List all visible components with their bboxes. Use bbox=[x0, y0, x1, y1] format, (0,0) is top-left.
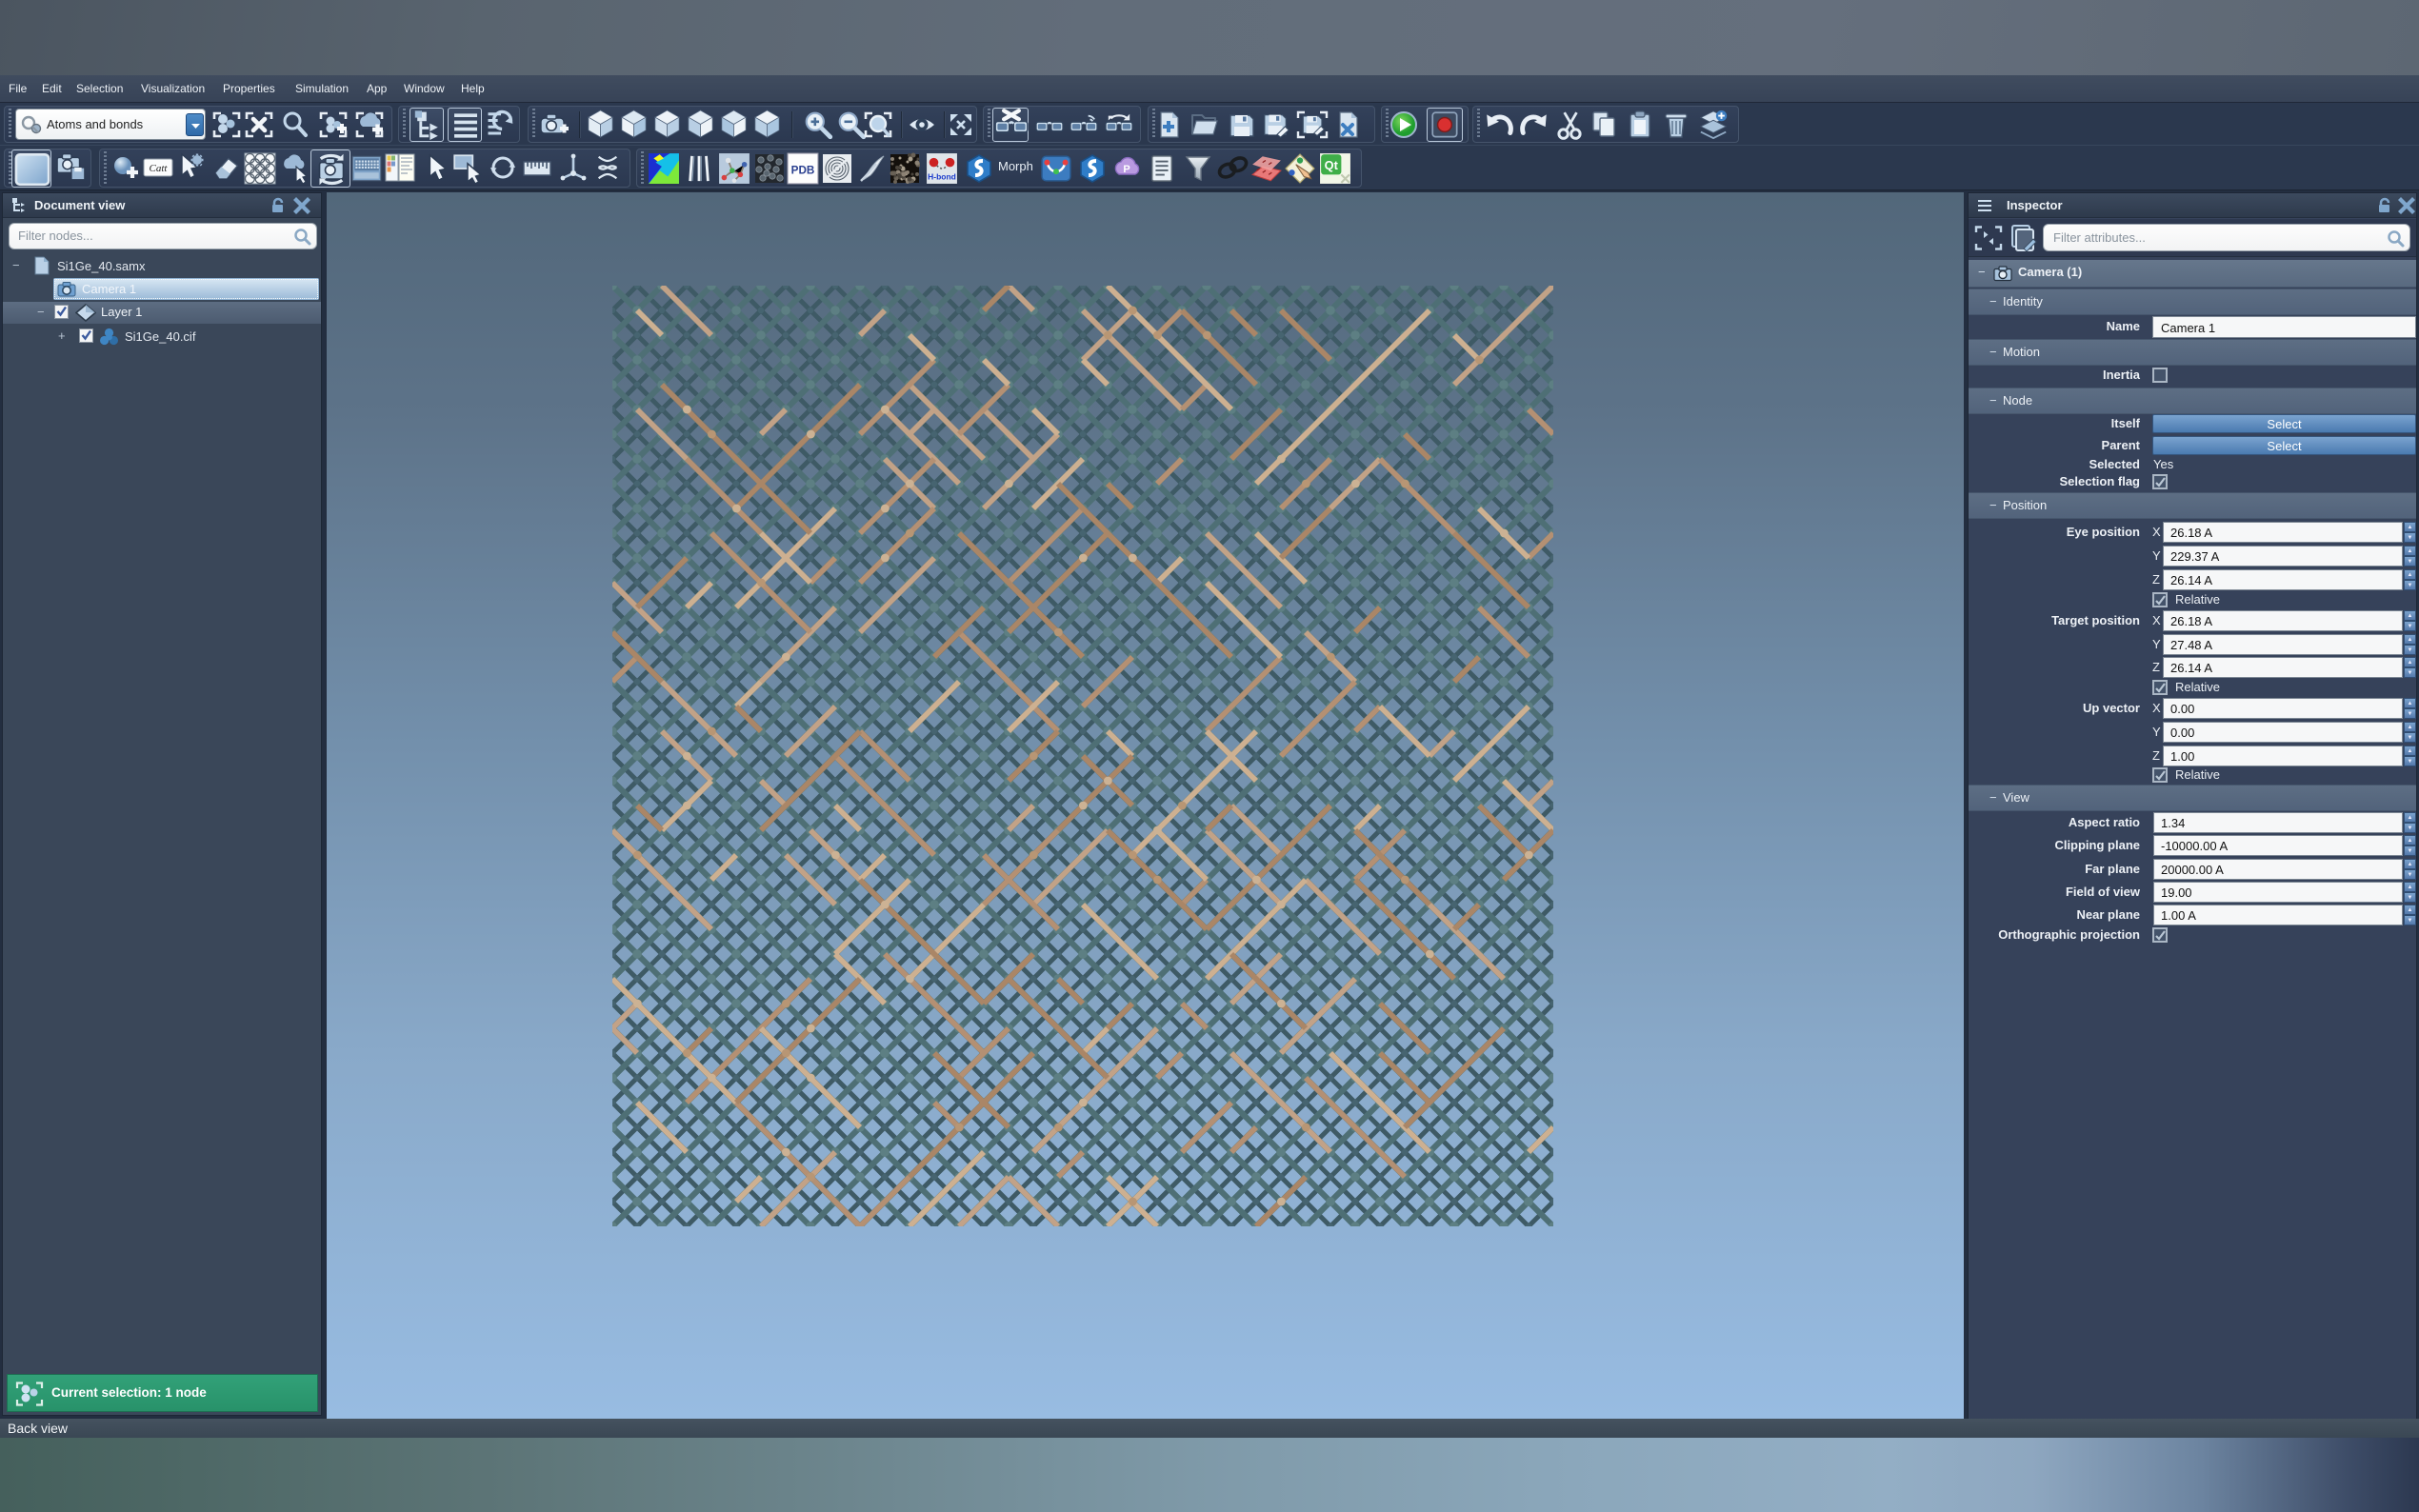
svg-text:Catt: Catt bbox=[150, 163, 169, 174]
svg-text:P: P bbox=[1123, 164, 1130, 175]
svg-text:Qt: Qt bbox=[1325, 158, 1339, 172]
svg-text:H-bond: H-bond bbox=[928, 172, 956, 182]
svg-text:PDB: PDB bbox=[791, 164, 815, 176]
